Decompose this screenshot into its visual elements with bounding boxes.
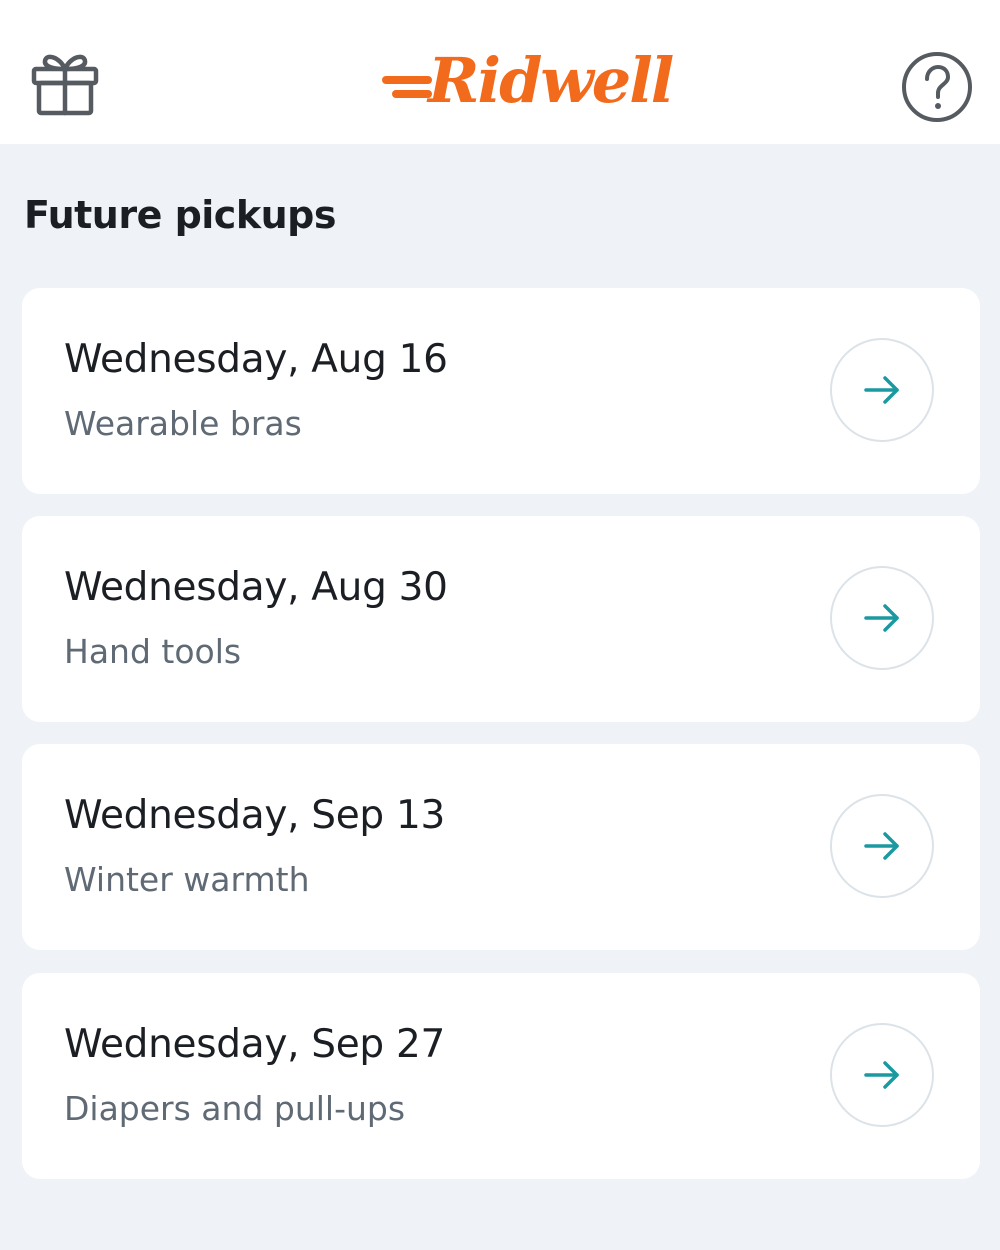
gift-button[interactable] [26,44,104,120]
pickup-card[interactable]: Wednesday, Aug 16 Wearable bras [22,288,980,494]
pickup-card[interactable]: Wednesday, Sep 27 Diapers and pull-ups [22,973,980,1179]
app-header: Ridwell [0,0,1000,144]
pickup-category: Wearable bras [64,404,302,443]
arrow-right-icon [864,1061,899,1089]
brand-name: Ridwell [428,44,674,117]
arrow-right-icon [864,604,899,632]
pickup-category: Diapers and pull-ups [64,1089,406,1128]
pickup-category: Winter warmth [64,860,310,899]
help-button[interactable] [900,50,974,124]
pickup-date: Wednesday, Aug 30 [64,565,448,610]
pickup-date: Wednesday, Aug 16 [64,337,448,382]
ridwell-logo: Ridwell [380,42,674,124]
pickup-category: Hand tools [64,632,242,671]
arrow-right-icon [864,832,899,860]
pickup-details-button[interactable] [830,1023,934,1127]
pickup-details-button[interactable] [830,566,934,670]
pickup-card[interactable]: Wednesday, Sep 13 Winter warmth [22,744,980,950]
help-icon [902,52,972,122]
section-title: Future pickups [24,193,336,237]
arrow-right-icon [864,376,899,404]
pickup-card[interactable]: Wednesday, Aug 30 Hand tools [22,516,980,722]
pickup-date: Wednesday, Sep 27 [64,1022,446,1067]
gift-icon [31,54,99,116]
pickup-date: Wednesday, Sep 13 [64,793,446,838]
pickup-details-button[interactable] [830,794,934,898]
pickup-details-button[interactable] [830,338,934,442]
